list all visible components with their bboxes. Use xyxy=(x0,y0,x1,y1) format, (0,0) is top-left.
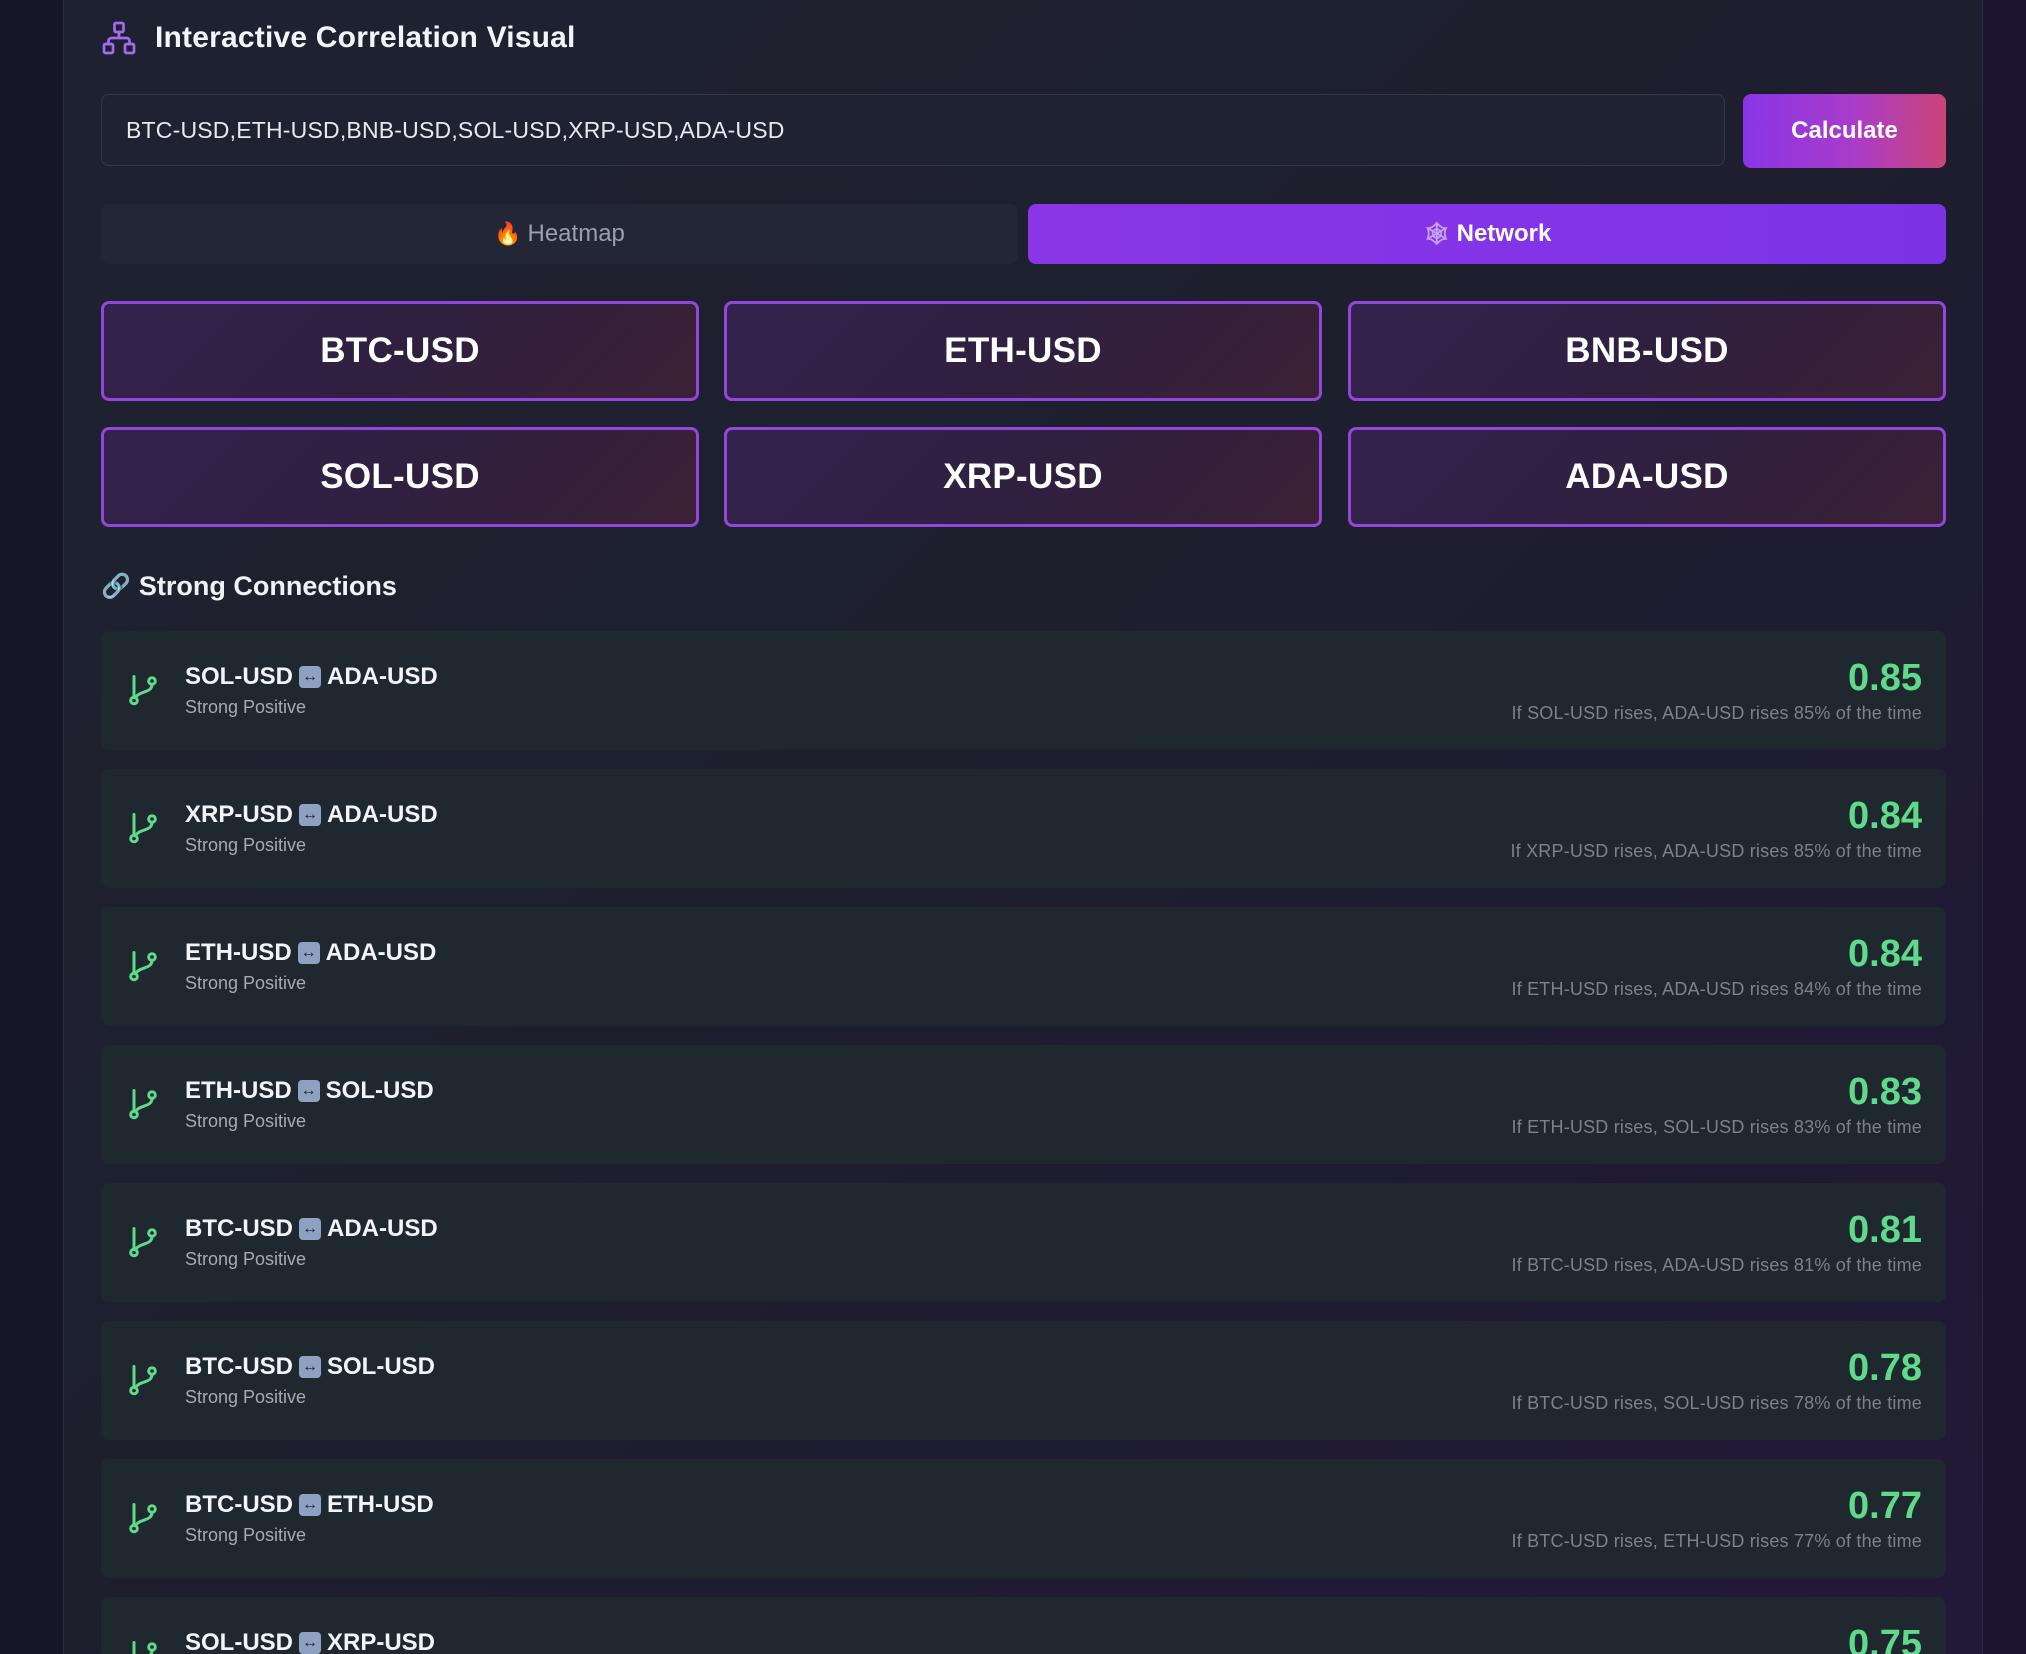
bidirectional-arrow-icon: ↔ xyxy=(299,1218,321,1240)
connection-description: If BTC-USD rises, ADA-USD rises 81% of t… xyxy=(1511,1255,1922,1275)
node-ada-usd[interactable]: ADA-USD xyxy=(1348,427,1946,527)
connection-row[interactable]: BTC-USD ↔ SOL-USD Strong Positive 0.78 If BTC… xyxy=(101,1321,1946,1440)
connection-row[interactable]: ETH-USD ↔ SOL-USD Strong Positive 0.83 If ETH… xyxy=(101,1045,1946,1164)
connection-description: If ETH-USD rises, ADA-USD rises 84% of t… xyxy=(1511,979,1922,999)
pair-ticker-b: ADA-USD xyxy=(327,663,438,690)
connection-pair: ETH-USD ↔ SOL-USD xyxy=(185,1077,434,1105)
pair-ticker-b: SOL-USD xyxy=(325,1077,434,1104)
strong-connections-title: Strong Connections xyxy=(138,570,397,601)
bidirectional-arrow-icon: ↔ xyxy=(299,1356,321,1378)
bidirectional-arrow-icon: ↔ xyxy=(299,804,322,826)
pair-ticker-a: ETH-USD xyxy=(185,1077,292,1104)
connection-row[interactable]: BTC-USD ↔ ADA-USD Strong Positive 0.81 If BTC… xyxy=(101,1183,1946,1302)
connection-description: If SOL-USD rises, ADA-USD rises 85% of t… xyxy=(1511,703,1922,723)
bidirectional-arrow-icon: ↔ xyxy=(299,1632,321,1654)
node-bnb-usd[interactable]: BNB-USD xyxy=(1348,301,1946,401)
connection-row[interactable]: SOL-USD ↔ XRP-USD 0.75 xyxy=(101,1597,1946,1654)
connection-pair: SOL-USD ↔ ADA-USD xyxy=(185,663,438,691)
connection-row[interactable]: SOL-USD ↔ ADA-USD Strong Positive 0.85 If SOL… xyxy=(101,631,1946,750)
connection-strength: Strong Positive xyxy=(185,835,307,855)
connection-row[interactable]: XRP-USD ↔ ADA-USD Strong Positive 0.84 If XRP… xyxy=(101,769,1946,888)
web-icon: 🕸 xyxy=(1422,221,1451,246)
correlation-value: 0.75 xyxy=(1848,1623,1922,1654)
node-xrp-usd[interactable]: XRP-USD xyxy=(724,427,1322,527)
tab-network[interactable]: 🕸 Network xyxy=(1028,204,1946,264)
connection-strength: Strong Positive xyxy=(185,1387,307,1407)
pair-ticker-b: XRP-USD xyxy=(327,1629,436,1654)
app-frame: Interactive Correlation Visual BTC-USD,E… xyxy=(0,0,2026,1654)
git-branch-icon xyxy=(132,1641,157,1654)
pair-ticker-a: BTC-USD xyxy=(185,1491,293,1518)
correlation-value: 0.77 xyxy=(1848,1485,1922,1527)
network-icon xyxy=(102,21,136,55)
pair-ticker-a: ETH-USD xyxy=(185,939,292,966)
git-branch-icon xyxy=(129,1227,157,1258)
bidirectional-arrow-icon: ↔ xyxy=(297,942,320,964)
git-branch-icon xyxy=(129,1089,157,1120)
git-branch-icon xyxy=(129,1503,157,1534)
pair-ticker-a: BTC-USD xyxy=(185,1353,293,1380)
connection-strength: Strong Positive xyxy=(185,1111,307,1131)
pair-ticker-a: XRP-USD xyxy=(185,801,294,828)
connection-strength: Strong Positive xyxy=(185,1525,307,1545)
correlation-panel: Interactive Correlation Visual BTC-USD,E… xyxy=(63,0,1983,1654)
bidirectional-arrow-icon: ↔ xyxy=(299,666,321,688)
node-btc-usd[interactable]: BTC-USD xyxy=(101,301,699,401)
tab-heatmap[interactable]: 🔥 Heatmap xyxy=(101,204,1018,264)
connection-strength: Strong Positive xyxy=(185,1249,307,1269)
pair-ticker-a: BTC-USD xyxy=(185,1215,293,1242)
connection-pair: BTC-USD ↔ ADA-USD xyxy=(185,1215,438,1243)
pair-ticker-b: ADA-USD xyxy=(327,801,438,828)
connection-description: If ETH-USD rises, SOL-USD rises 83% of t… xyxy=(1511,1117,1922,1137)
connection-strength: Strong Positive xyxy=(185,697,307,717)
connection-row[interactable]: BTC-USD ↔ ETH-USD Strong Positive 0.77 If BTC… xyxy=(101,1459,1946,1578)
git-branch-icon xyxy=(129,813,157,844)
pair-ticker-b: ADA-USD xyxy=(325,939,437,966)
connection-pair: BTC-USD ↔ SOL-USD xyxy=(185,1353,435,1381)
calculate-button[interactable]: Calculate xyxy=(1743,94,1946,168)
connection-description: If BTC-USD rises, ETH-USD rises 77% of t… xyxy=(1511,1531,1922,1551)
correlation-value: 0.84 xyxy=(1848,933,1922,975)
tab-network-label: Network xyxy=(1456,220,1552,247)
node-sol-usd[interactable]: SOL-USD xyxy=(101,427,699,527)
strong-connections-heading: 🔗 Strong Connections xyxy=(101,566,397,606)
pair-ticker-a: SOL-USD xyxy=(185,1629,293,1654)
connection-pair: XRP-USD ↔ ADA-USD xyxy=(185,801,438,829)
correlation-value: 0.81 xyxy=(1848,1209,1922,1251)
fire-icon: 🔥 xyxy=(494,221,522,246)
outer-background-left xyxy=(0,0,63,1654)
connection-pair: ETH-USD ↔ ADA-USD xyxy=(185,939,436,967)
bidirectional-arrow-icon: ↔ xyxy=(297,1080,320,1102)
tickers-input[interactable]: BTC-USD,ETH-USD,BNB-USD,SOL-USD,XRP-USD,… xyxy=(101,94,1725,166)
correlation-value: 0.84 xyxy=(1848,795,1922,837)
git-branch-icon xyxy=(129,675,157,706)
panel-header: Interactive Correlation Visual xyxy=(101,18,576,58)
git-branch-icon xyxy=(129,1365,157,1396)
node-eth-usd[interactable]: ETH-USD xyxy=(724,301,1322,401)
connection-row[interactable]: ETH-USD ↔ ADA-USD Strong Positive 0.84 If ETH… xyxy=(101,907,1946,1026)
correlation-value: 0.78 xyxy=(1848,1347,1922,1389)
pair-ticker-b: ADA-USD xyxy=(327,1215,438,1242)
connection-strength: Strong Positive xyxy=(185,973,307,993)
bidirectional-arrow-icon: ↔ xyxy=(299,1494,321,1516)
page-title: Interactive Correlation Visual xyxy=(155,21,576,54)
outer-background-right xyxy=(1981,0,2026,1654)
tab-heatmap-label: Heatmap xyxy=(527,220,625,247)
connection-description: If BTC-USD rises, SOL-USD rises 78% of t… xyxy=(1511,1393,1922,1413)
connection-pair: SOL-USD ↔ XRP-USD xyxy=(185,1629,435,1654)
pair-ticker-b: ETH-USD xyxy=(327,1491,434,1518)
git-branch-icon xyxy=(129,951,157,982)
connection-description: If XRP-USD rises, ADA-USD rises 85% of t… xyxy=(1510,841,1922,861)
pair-ticker-a: SOL-USD xyxy=(185,663,293,690)
link-icon: 🔗 xyxy=(101,572,131,600)
correlation-value: 0.83 xyxy=(1848,1071,1922,1113)
correlation-value: 0.85 xyxy=(1848,657,1922,699)
connection-pair: BTC-USD ↔ ETH-USD xyxy=(185,1491,434,1519)
pair-ticker-b: SOL-USD xyxy=(327,1353,435,1380)
